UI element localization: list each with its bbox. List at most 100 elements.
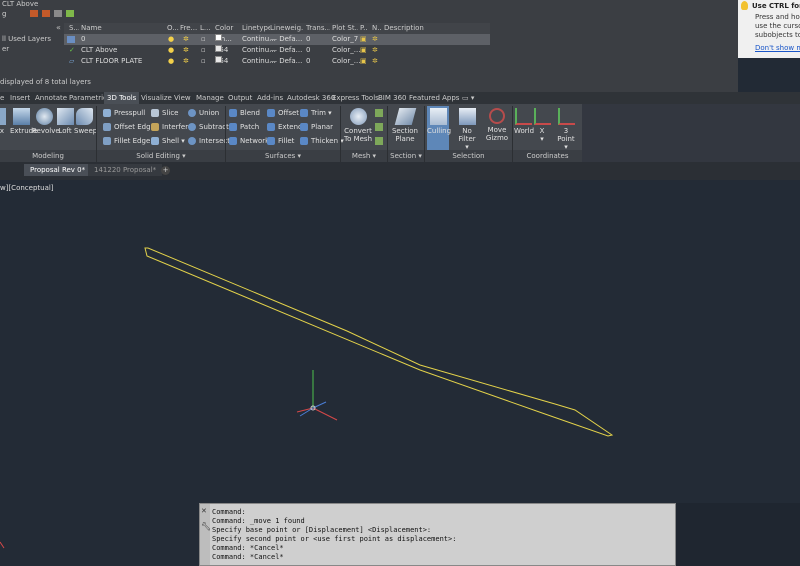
clt-floor-plate-outline[interactable] — [144, 247, 614, 437]
delete-layer-icon[interactable] — [54, 10, 62, 17]
tab-annotate[interactable]: Annotate — [35, 92, 67, 104]
slice-button[interactable]: Slice — [151, 107, 179, 119]
intersect-button[interactable]: Intersect — [188, 135, 230, 147]
subtract-icon — [188, 123, 196, 131]
new-vp-freeze-icon[interactable]: ✲ — [372, 45, 378, 56]
offset-icon — [267, 109, 275, 117]
network-button[interactable]: Network — [229, 135, 269, 147]
solid-editing-footer[interactable]: Solid Editing ▾ — [97, 150, 225, 162]
layer-table-header: S... Name O... Fre... L... Color Linetyp… — [64, 23, 490, 34]
interfere-button[interactable]: Interfere — [151, 121, 192, 133]
mesh-footer[interactable]: Mesh ▾ — [341, 150, 387, 162]
mesh-smooth-icon[interactable] — [375, 109, 383, 117]
three-point-ucs-button[interactable]: 3 Point ▾ — [554, 108, 578, 151]
surfaces-footer[interactable]: Surfaces ▾ — [226, 150, 340, 162]
new-vp-freeze-icon[interactable]: ✲ — [372, 56, 378, 67]
offset-edge-button[interactable]: Offset Edge — [103, 121, 155, 133]
sun-thaw-icon[interactable]: ✲ — [183, 45, 189, 56]
shell-button[interactable]: Shell ▾ — [151, 135, 185, 147]
tree-item-all[interactable]: « — [0, 24, 62, 34]
plot-icon[interactable]: ▣ — [360, 45, 367, 56]
offset-button[interactable]: Offset — [267, 107, 299, 119]
bulb-on-icon[interactable]: ● — [168, 56, 174, 67]
fillet-button[interactable]: Fillet — [267, 135, 294, 147]
bulb-on-icon[interactable]: ● — [168, 34, 174, 45]
new-tab-button[interactable]: + — [161, 166, 170, 175]
mesh-refine-icon[interactable] — [375, 123, 383, 131]
command-window[interactable]: ✕ 🔧︎ Command: Command: _move 1 found Spe… — [199, 503, 676, 566]
section-plane-button[interactable]: Section Plane — [390, 108, 420, 143]
planar-button[interactable]: Planar — [300, 121, 333, 133]
layer-row[interactable]: 0 ● ✲ ▫ wh... Continu... — Defa... 0 Col… — [64, 34, 490, 45]
presspull-button[interactable]: Presspull — [103, 107, 145, 119]
wrench-icon[interactable]: 🔧︎ — [201, 522, 211, 531]
layer-row[interactable]: ▱ CLT FLOOR PLATE ● ✲ ▫ 254 Continu... —… — [64, 56, 490, 67]
sun-thaw-icon[interactable]: ✲ — [183, 56, 189, 67]
patch-button[interactable]: Patch — [229, 121, 259, 133]
layer-row[interactable]: ✓ CLT Above ● ✲ ▫ 254 Continu... — Defa.… — [64, 45, 490, 56]
trim-icon — [300, 109, 308, 117]
set-current-icon[interactable] — [66, 10, 74, 17]
new-vp-freeze-icon[interactable]: ✲ — [372, 34, 378, 45]
section-plane-icon — [394, 108, 416, 125]
box-button[interactable]: x — [0, 108, 8, 135]
tree-item-other[interactable]: er — [0, 44, 62, 54]
plot-icon[interactable]: ▣ — [360, 34, 367, 45]
tab-output[interactable]: Output — [228, 92, 252, 104]
tab-featured-apps[interactable]: Featured Apps — [409, 92, 459, 104]
thicken-button[interactable]: Thicken ▾ — [300, 135, 344, 147]
subtract-button[interactable]: Subtract — [188, 121, 229, 133]
lock-open-icon[interactable]: ▫ — [201, 45, 206, 56]
tab-visualize[interactable]: Visualize — [141, 92, 172, 104]
tab-parametric[interactable]: Parametric — [69, 92, 107, 104]
tab-insert[interactable]: Insert — [10, 92, 30, 104]
new-layer-icon[interactable] — [30, 10, 38, 17]
new-layer-vp-icon[interactable] — [42, 10, 50, 17]
move-gizmo-button[interactable]: Move Gizmo — [484, 108, 510, 142]
ucs-x-button[interactable]: X ▾ — [534, 108, 551, 143]
union-button[interactable]: Union — [188, 107, 219, 119]
modeling-footer[interactable]: Modeling — [0, 150, 96, 162]
sun-thaw-icon[interactable]: ✲ — [183, 34, 189, 45]
tab-express-tools[interactable]: Express Tools — [332, 92, 379, 104]
doc-tab-141220-proposal[interactable]: 141220 Proposal* — [88, 164, 163, 176]
lock-open-icon[interactable]: ▫ — [201, 56, 206, 67]
convert-to-mesh-button[interactable]: Convert To Mesh — [343, 108, 373, 143]
tab-manage[interactable]: Manage — [196, 92, 224, 104]
tab-more-dropdown[interactable]: ▭ ▾ — [462, 92, 474, 104]
tree-item-used-layers[interactable]: ll Used Layers — [0, 34, 62, 44]
extrude-button[interactable]: Extrude — [10, 108, 37, 135]
close-icon[interactable]: ✕ — [201, 507, 207, 515]
blend-icon — [229, 109, 237, 117]
layer-icon: ▱ — [69, 57, 75, 65]
no-filter-button[interactable]: No Filter ▾ — [453, 108, 481, 151]
tab-view[interactable]: View — [174, 92, 191, 104]
thicken-icon — [300, 137, 308, 145]
world-ucs-button[interactable]: World — [514, 108, 534, 135]
tooltip-body: Press and hold th use the cursor to subo… — [755, 13, 800, 39]
tab-home[interactable]: e — [0, 92, 4, 104]
tab-bim-360[interactable]: BIM 360 — [378, 92, 407, 104]
section-footer[interactable]: Section ▾ — [388, 150, 424, 162]
selection-footer[interactable]: Selection — [425, 150, 512, 162]
dont-show-link[interactable]: Don't show me th — [755, 44, 800, 52]
lock-open-icon[interactable]: ▫ — [201, 34, 206, 45]
fillet-edge-button[interactable]: Fillet Edge ▾ — [103, 135, 156, 147]
culling-button[interactable]: Culling — [427, 106, 451, 150]
tab-3d-tools[interactable]: 3D Tools — [104, 92, 140, 104]
mesh-crease-icon[interactable] — [375, 137, 383, 145]
loft-button[interactable]: Loft — [57, 108, 74, 135]
bulb-on-icon[interactable]: ● — [168, 45, 174, 56]
coordinates-footer[interactable]: Coordinates — [513, 150, 582, 162]
plot-icon[interactable]: ▣ — [360, 56, 367, 67]
collapse-icon[interactable]: « — [56, 24, 61, 33]
tab-add-ins[interactable]: Add-ins — [257, 92, 283, 104]
sweep-button[interactable]: Sweep — [74, 108, 97, 135]
revolve-button[interactable]: Revolve — [32, 108, 60, 135]
trim-button[interactable]: Trim ▾ — [300, 107, 332, 119]
extend-button[interactable]: Extend — [267, 121, 303, 133]
sweep-icon — [75, 108, 93, 125]
doc-tab-proposal-rev0[interactable]: Proposal Rev 0* — [24, 164, 92, 176]
blend-button[interactable]: Blend — [229, 107, 260, 119]
tab-autodesk-360[interactable]: Autodesk 360 — [287, 92, 335, 104]
